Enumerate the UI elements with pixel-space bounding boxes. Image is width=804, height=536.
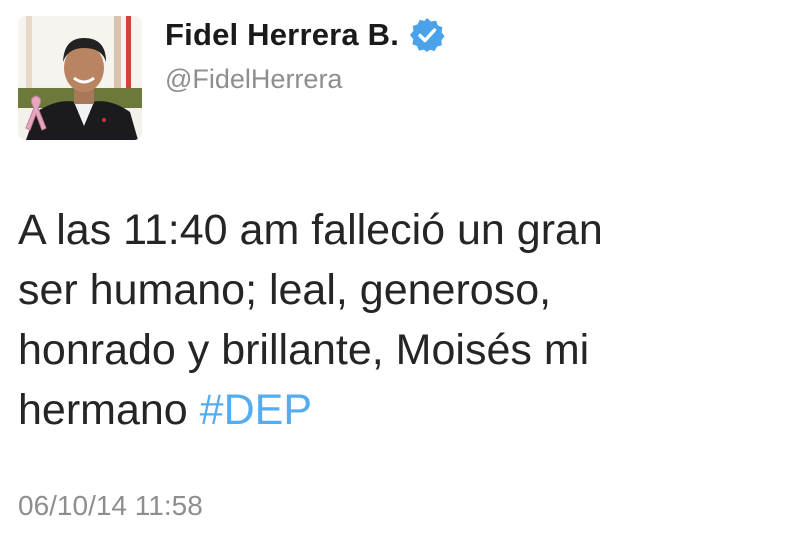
tweet-timestamp[interactable]: 06/10/14 11:58 [18,490,203,522]
hashtag-link[interactable]: #DEP [200,386,312,434]
avatar-image [18,16,142,140]
author-avatar[interactable] [18,16,142,140]
tweet-line: A las 11:40 am falleció un gran [18,206,603,254]
author-name-text[interactable]: Fidel Herrera B. [165,17,399,53]
tweet-line: ser humano; leal, generoso, [18,266,552,314]
tweet-card: Fidel Herrera B. @FidelHerrera A las 11:… [0,0,804,536]
verified-badge-icon [410,18,445,52]
tweet-line: honrado y brillante, Moisés mi [18,326,590,374]
tweet-line-text: hermano [18,386,200,434]
tweet-line-last: hermano #DEP [18,380,788,440]
tweet-body: A las 11:40 am falleció un gran ser huma… [18,200,788,440]
author-handle[interactable]: @FidelHerrera [165,64,342,95]
author-name[interactable]: Fidel Herrera B. [165,17,445,53]
